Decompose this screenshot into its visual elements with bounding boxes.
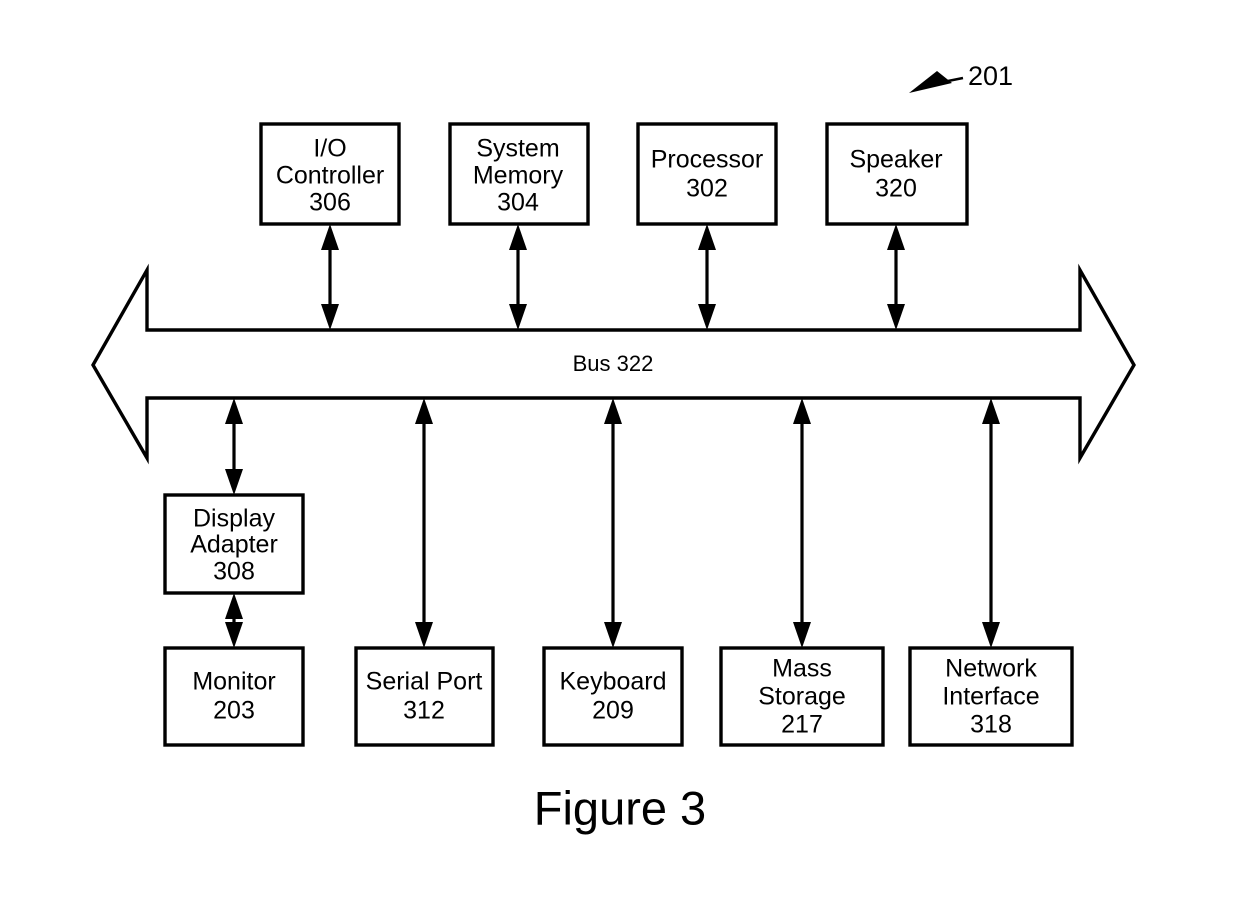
mass-storage-label-line2: Storage <box>758 683 846 711</box>
reference-numeral-label: 201 <box>968 61 1013 91</box>
display-adapter-numeral: 308 <box>213 558 255 586</box>
speaker-label-line1: Speaker <box>849 146 942 174</box>
connector-processor-to-bus <box>698 224 716 330</box>
bus-label: Bus 322 <box>573 351 654 376</box>
network-interface-numeral: 318 <box>970 711 1012 739</box>
connector-arrowhead-down <box>887 304 905 330</box>
network-interface-label-line2: Interface <box>942 683 1039 711</box>
connector-bus-to-display-adapter <box>225 398 243 495</box>
component-box-keyboard[interactable]: Keyboard 209 <box>542 646 684 747</box>
processor-numeral: 302 <box>686 175 728 203</box>
top-component-row: I/O Controller 306 System Memory 304 Pro… <box>259 122 969 226</box>
connector-arrowhead-down <box>982 622 1000 648</box>
display-adapter-label-line2: Adapter <box>190 531 278 559</box>
system-memory-label-line2: Memory <box>473 162 564 190</box>
serial-port-label-line1: Serial Port <box>366 668 483 696</box>
connector-arrowhead-down <box>225 469 243 495</box>
component-box-speaker[interactable]: Speaker 320 <box>825 122 969 226</box>
component-box-serial-port[interactable]: Serial Port 312 <box>354 646 495 747</box>
reference-numeral-201: 201 <box>909 61 1013 93</box>
mass-storage-label-line1: Mass <box>772 655 832 683</box>
monitor-numeral: 203 <box>213 697 255 725</box>
component-box-mass-storage[interactable]: Mass Storage 217 <box>719 646 885 747</box>
connector-arrowhead-up <box>793 398 811 424</box>
monitor-label-line1: Monitor <box>192 668 275 696</box>
connector-arrowhead-down <box>225 622 243 648</box>
network-interface-label-line1: Network <box>945 655 1037 683</box>
keyboard-label-line1: Keyboard <box>559 668 666 696</box>
bottom-component-row: Monitor 203 Serial Port 312 Keyboard 209… <box>163 646 1074 747</box>
io-controller-label-line2: Controller <box>276 162 384 190</box>
connector-arrowhead-down <box>698 304 716 330</box>
connector-arrowhead-down <box>415 622 433 648</box>
connector-arrowhead-down <box>321 304 339 330</box>
connector-arrowhead-up <box>321 224 339 250</box>
mass-storage-numeral: 217 <box>781 711 823 739</box>
diagram-canvas: 201 I/O Controller 306 System Memory 304… <box>91 61 1136 834</box>
keyboard-numeral: 209 <box>592 697 634 725</box>
connector-arrowhead-up <box>225 593 243 619</box>
connector-speaker-to-bus <box>887 224 905 330</box>
bottom-connector-arrows <box>225 398 1000 648</box>
component-box-monitor[interactable]: Monitor 203 <box>163 646 305 747</box>
processor-label-line1: Processor <box>651 146 764 174</box>
speaker-numeral: 320 <box>875 175 917 203</box>
io-controller-label-line1: I/O <box>313 135 346 163</box>
figure-3-block-diagram: 201 I/O Controller 306 System Memory 304… <box>0 0 1240 898</box>
connector-arrowhead-up <box>225 398 243 424</box>
component-box-processor[interactable]: Processor 302 <box>636 122 778 226</box>
component-box-display-adapter[interactable]: Display Adapter 308 <box>163 493 305 595</box>
connector-system-memory-to-bus <box>509 224 527 330</box>
connector-arrowhead-up <box>415 398 433 424</box>
figure-caption: Figure 3 <box>534 781 706 834</box>
system-memory-label-line1: System <box>476 135 559 163</box>
connector-bus-to-mass-storage <box>793 398 811 648</box>
component-box-io-controller[interactable]: I/O Controller 306 <box>259 122 401 226</box>
serial-port-numeral: 312 <box>403 697 445 725</box>
display-adapter-label-line1: Display <box>193 505 275 533</box>
connector-arrowhead-up <box>982 398 1000 424</box>
system-memory-numeral: 304 <box>497 189 539 217</box>
io-controller-numeral: 306 <box>309 189 351 217</box>
connector-display-adapter-to-monitor <box>225 593 243 648</box>
component-box-system-memory[interactable]: System Memory 304 <box>448 122 590 226</box>
connector-arrowhead-down <box>604 622 622 648</box>
connector-arrowhead-down <box>509 304 527 330</box>
connector-bus-to-keyboard <box>604 398 622 648</box>
connector-arrowhead-up <box>698 224 716 250</box>
connector-io-controller-to-bus <box>321 224 339 330</box>
connector-bus-to-network-interface <box>982 398 1000 648</box>
connector-arrowhead-up <box>887 224 905 250</box>
connector-arrowhead-up <box>604 398 622 424</box>
connector-bus-to-serial-port <box>415 398 433 648</box>
connector-arrowhead-down <box>793 622 811 648</box>
top-connector-arrows <box>321 224 905 330</box>
connector-arrowhead-up <box>509 224 527 250</box>
component-box-network-interface[interactable]: Network Interface 318 <box>908 646 1074 747</box>
